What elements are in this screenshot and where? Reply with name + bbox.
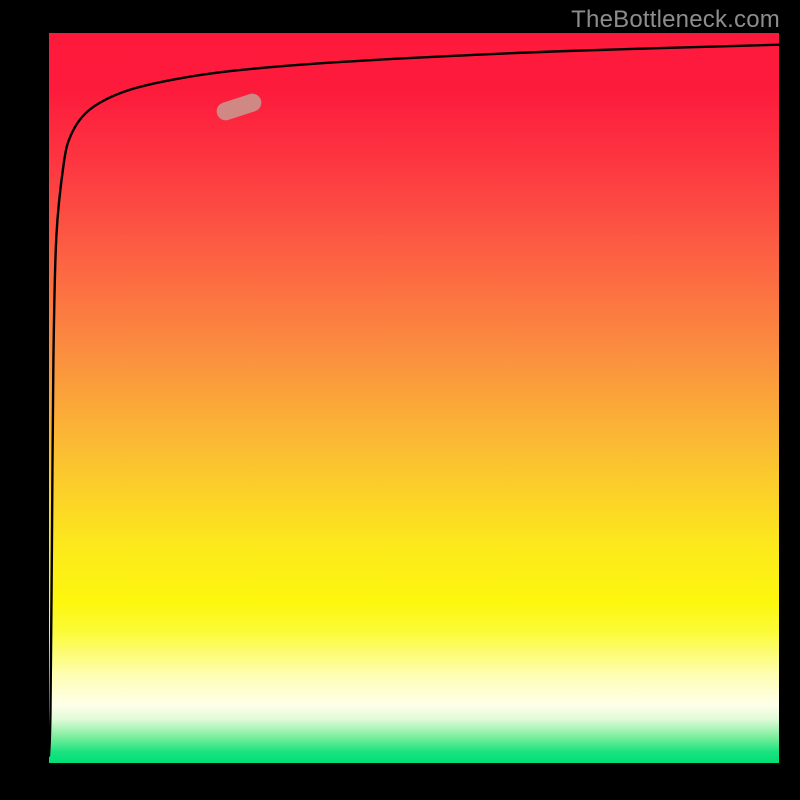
chart-background-gradient [49, 33, 779, 763]
chart-panel [49, 33, 779, 763]
watermark-text: TheBottleneck.com [571, 6, 780, 34]
stage: TheBottleneck.com [0, 0, 800, 800]
